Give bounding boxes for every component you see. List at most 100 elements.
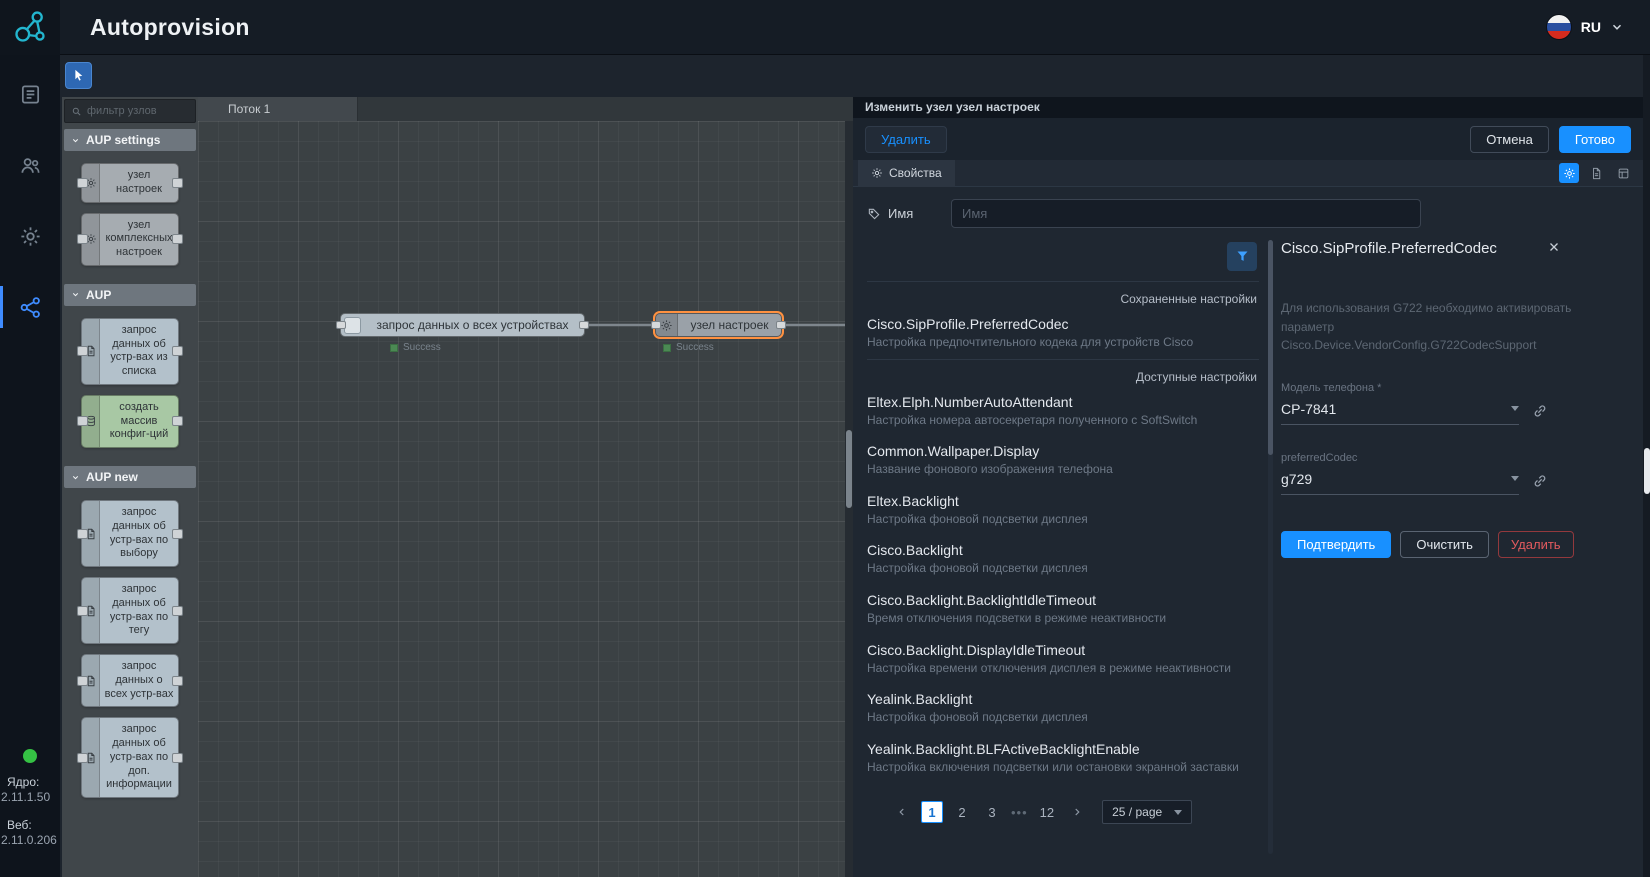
cancel-button[interactable]: Отмена <box>1470 126 1549 153</box>
setting-name: Common.Wallpaper.Display <box>867 443 1259 459</box>
delete-setting-button[interactable]: Удалить <box>1498 531 1574 558</box>
pagination-page-1[interactable]: 1 <box>921 801 943 823</box>
setting-item[interactable]: Cisco.BacklightНастройка фоновой подсвет… <box>867 535 1259 585</box>
users-icon <box>19 154 42 177</box>
description-view-button[interactable] <box>1586 163 1606 183</box>
palette-section-header[interactable]: AUP <box>64 284 196 306</box>
close-detail-button[interactable] <box>1547 240 1563 256</box>
setting-item[interactable]: Eltex.BacklightНастройка фоновой подсвет… <box>867 486 1259 536</box>
palette-node[interactable]: запрос данных об устр-вах по тегу <box>81 577 179 644</box>
palette-node[interactable]: запрос данных об устр-вах по выбору <box>81 500 179 567</box>
pointer-tool-button[interactable] <box>65 62 92 89</box>
layout-icon <box>1617 167 1630 180</box>
palette-node[interactable]: запрос данных об устр-вах из списка <box>81 318 179 385</box>
flow-node-query-all-devices[interactable]: запрос данных о всех устройствах <box>340 313 585 337</box>
done-button[interactable]: Готово <box>1559 126 1631 153</box>
list-scrollbar-thumb[interactable] <box>1268 240 1273 455</box>
edit-panel-body: Имя Сохраненные настройки Cisco.SipProfi… <box>853 187 1643 877</box>
doc-icon <box>82 718 100 797</box>
pagination-next-button[interactable] <box>1066 801 1088 823</box>
layout-view-button[interactable] <box>1613 163 1633 183</box>
pagination-page-12[interactable]: 12 <box>1036 801 1058 823</box>
page-size-select[interactable]: 25 / page <box>1102 800 1192 824</box>
setting-item[interactable]: Yealink.Backlight.BLFActiveBacklightEnab… <box>867 734 1259 784</box>
logo-icon <box>12 9 48 45</box>
phone-model-select[interactable]: CP-7841 <box>1281 401 1519 425</box>
doc-icon <box>82 501 100 566</box>
properties-view-button[interactable] <box>1559 163 1579 183</box>
palette-node[interactable]: узел настроек <box>81 163 179 203</box>
language-label: RU <box>1581 19 1601 35</box>
palette-node-label: создать массив конфиг-ций <box>100 396 178 447</box>
setting-desc: Настройка включения подсветки или остано… <box>867 760 1259 776</box>
node-status: Success <box>390 342 441 353</box>
canvas-scrollbar-thumb[interactable] <box>846 430 852 508</box>
database-icon <box>82 396 100 447</box>
tag-icon <box>867 207 881 221</box>
node-status: Success <box>663 342 714 353</box>
confirm-button[interactable]: Подтвердить <box>1281 531 1391 558</box>
pagination-prev-button[interactable] <box>891 801 913 823</box>
flow-tab[interactable]: Поток 1 <box>198 97 358 121</box>
chevron-down-icon <box>71 136 80 145</box>
palette-node[interactable]: запрос данных о всех устр-вах <box>81 654 179 707</box>
clear-button[interactable]: Очистить <box>1400 531 1489 558</box>
app-logo[interactable] <box>0 0 60 55</box>
inject-button[interactable] <box>344 317 361 334</box>
saved-settings-header: Сохраненные настройки <box>867 282 1259 309</box>
filter-button[interactable] <box>1227 242 1257 271</box>
node-status-text: Success <box>403 342 441 353</box>
canvas-scrollbar[interactable] <box>845 121 853 877</box>
sidebar: Ядро: 2.11.1.50 Веб: 2.11.0.206 <box>0 55 60 877</box>
flow-node-settings[interactable]: узел настроек <box>655 313 782 337</box>
palette-node-label: узел комплексных настроек <box>100 214 178 265</box>
node-output-port[interactable] <box>579 321 589 329</box>
tab-properties[interactable]: Свойства <box>858 160 955 187</box>
gear-icon <box>82 214 100 265</box>
delete-node-button[interactable]: Удалить <box>865 126 947 153</box>
setting-name: Yealink.Backlight <box>867 691 1259 707</box>
setting-detail-panel: Cisco.SipProfile.PreferredCodec Для испо… <box>1281 238 1593 864</box>
sidebar-item-registry[interactable] <box>0 73 60 115</box>
pagination-page-2[interactable]: 2 <box>951 801 973 823</box>
preferred-codec-select[interactable]: g729 <box>1281 471 1519 495</box>
node-output-port[interactable] <box>776 321 786 329</box>
palette-section-header[interactable]: AUP settings <box>64 129 196 151</box>
setting-item[interactable]: Cisco.Backlight.BacklightIdleTimeoutВрем… <box>867 585 1259 635</box>
sidebar-item-users[interactable] <box>0 144 60 186</box>
gear-icon <box>871 167 883 179</box>
pagination-page-3[interactable]: 3 <box>981 801 1003 823</box>
window-scrollbar-thumb[interactable] <box>1644 448 1650 494</box>
setting-item[interactable]: Yealink.BacklightНастройка фоновой подсв… <box>867 684 1259 734</box>
list-scrollbar[interactable] <box>1268 240 1273 854</box>
sidebar-item-flows[interactable] <box>0 286 60 328</box>
node-input-port[interactable] <box>651 321 661 329</box>
setting-desc: Настройка фоновой подсветки дисплея <box>867 512 1259 528</box>
name-input[interactable] <box>951 199 1421 228</box>
setting-desc: Настройка времени отключения дисплея в р… <box>867 661 1259 677</box>
setting-item[interactable]: Cisco.SipProfile.PreferredCodecНастройка… <box>867 309 1259 359</box>
pagination-ellipsis[interactable]: ••• <box>1011 805 1028 820</box>
palette-search[interactable] <box>64 99 196 123</box>
phone-model-field: Модель телефона * CP-7841 <box>1281 382 1549 425</box>
palette-node[interactable]: узел комплексных настроек <box>81 213 179 266</box>
palette-node-label: запрос данных об устр-вах по выбору <box>100 501 178 566</box>
setting-detail-title: Cisco.SipProfile.PreferredCodec <box>1281 240 1497 257</box>
field-value: CP-7841 <box>1281 401 1511 417</box>
canvas-area: Поток 1 запрос данных о всех устройствах… <box>198 97 853 877</box>
palette-search-input[interactable] <box>87 105 189 117</box>
setting-item[interactable]: Eltex.Elph.NumberAutoAttendantНастройка … <box>867 387 1259 437</box>
setting-item[interactable]: Common.Wallpaper.DisplayНазвание фоновог… <box>867 436 1259 486</box>
link-icon[interactable] <box>1531 472 1549 490</box>
node-input-port[interactable] <box>336 321 346 329</box>
language-selector[interactable]: RU <box>1546 14 1624 40</box>
palette-section-header[interactable]: AUP new <box>64 466 196 488</box>
flow-canvas[interactable]: запрос данных о всех устройствах Success… <box>198 121 845 877</box>
setting-item[interactable]: Cisco.Backlight.DisplayIdleTimeoutНастро… <box>867 635 1259 685</box>
palette-node[interactable]: создать массив конфиг-ций <box>81 395 179 448</box>
link-icon[interactable] <box>1531 402 1549 420</box>
palette-node[interactable]: запрос данных об устр-вах по доп. информ… <box>81 717 179 798</box>
window-scrollbar[interactable] <box>1643 55 1650 877</box>
sidebar-item-settings[interactable] <box>0 215 60 257</box>
palette-section: AUP settings узел настроек узел комплексны… <box>64 129 196 278</box>
